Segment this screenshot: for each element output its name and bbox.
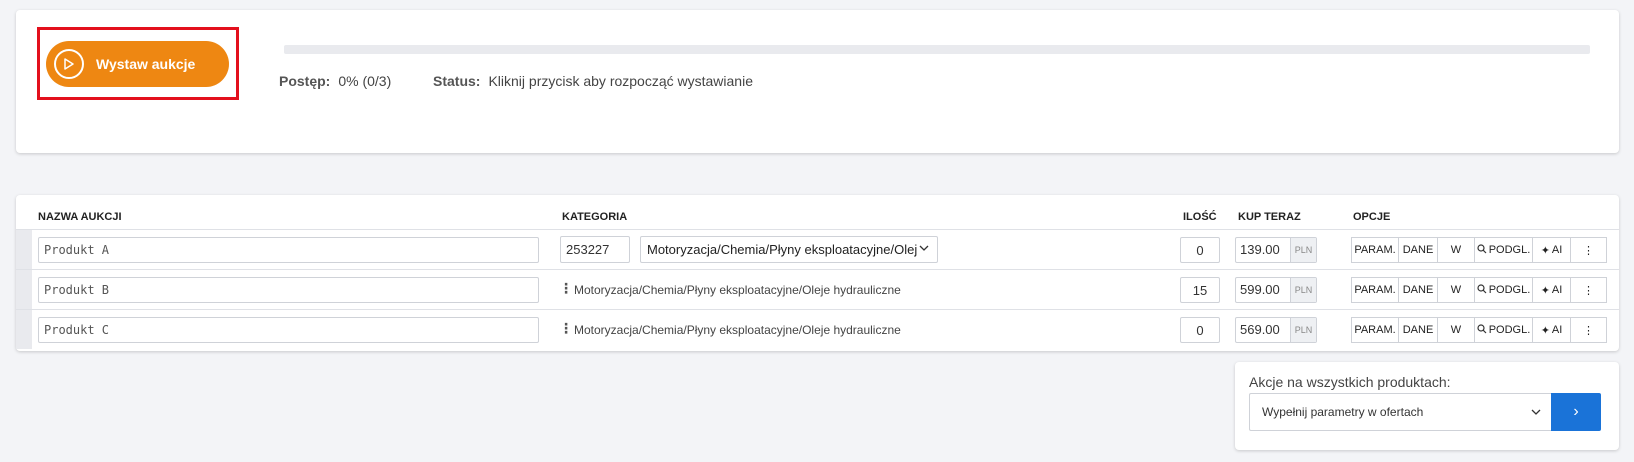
progress-value: 0% (0/3)	[338, 73, 392, 89]
header-name: NAZWA AUKCJI	[38, 211, 122, 223]
auction-name-input[interactable]	[38, 237, 539, 263]
params-button[interactable]: PARAM.	[1351, 237, 1399, 263]
start-button-label: Wystaw aukcje	[96, 56, 196, 72]
start-publishing-button[interactable]: Wystaw aukcje	[46, 41, 229, 87]
bulk-action-go-button[interactable]: ›	[1551, 393, 1601, 431]
header-buy-now: KUP TERAZ	[1238, 211, 1301, 223]
price-value: 569.00	[1240, 322, 1280, 337]
progress-info: Postęp: 0% (0/3)	[279, 73, 391, 89]
status-value: Kliknij przycisk aby rozpocząć wystawian…	[488, 73, 753, 89]
ai-button[interactable]: ✦ AI	[1532, 317, 1571, 343]
currency-label: PLN	[1290, 238, 1316, 262]
bulk-action-select[interactable]: Wypełnij parametry w ofertach	[1249, 393, 1551, 431]
chevron-down-icon	[1531, 394, 1541, 430]
table-row: Motoryzacja/Chemia/Płyny eksploatacyjne/…	[16, 229, 1619, 269]
preview-button[interactable]: PODGL.	[1474, 317, 1533, 343]
preview-button[interactable]: PODGL.	[1474, 277, 1533, 303]
category-menu-icon[interactable]: ⋮	[559, 280, 573, 297]
bulk-actions-label: Akcje na wszystkich produktach:	[1249, 374, 1451, 390]
row-options: PARAM. DANE W PODGL. ✦ AI ⋮	[1351, 277, 1607, 303]
price-field[interactable]: 139.00 PLN	[1235, 237, 1317, 263]
ai-label: AI	[1551, 284, 1563, 296]
progress-label: Postęp:	[279, 73, 331, 89]
ai-button[interactable]: ✦ AI	[1532, 277, 1571, 303]
more-options-button[interactable]: ⋮	[1570, 317, 1607, 343]
category-id-input[interactable]	[560, 236, 630, 263]
progress-bar	[284, 45, 1590, 54]
header-category: KATEGORIA	[562, 211, 628, 223]
currency-label: PLN	[1290, 318, 1316, 342]
data-button[interactable]: DANE	[1398, 317, 1438, 343]
auction-name-input[interactable]	[38, 277, 539, 303]
auctions-table: NAZWA AUKCJI KATEGORIA ILOŚĆ KUP TERAZ O…	[16, 195, 1619, 351]
preview-label: PODGL.	[1488, 244, 1531, 256]
category-path: Motoryzacja/Chemia/Płyny eksploatacyjne/…	[574, 283, 901, 297]
sparkle-icon: ✦	[1540, 284, 1550, 297]
chevron-down-icon	[919, 237, 929, 262]
search-icon	[1477, 283, 1487, 297]
category-menu-icon[interactable]: ⋮	[559, 320, 573, 337]
quantity-input[interactable]	[1180, 277, 1220, 303]
quantity-input[interactable]	[1180, 317, 1220, 343]
table-row: ⋮ Motoryzacja/Chemia/Płyny eksploatacyjn…	[16, 309, 1619, 349]
preview-label: PODGL.	[1488, 284, 1531, 296]
data-button[interactable]: DANE	[1398, 237, 1438, 263]
sparkle-icon: ✦	[1540, 324, 1550, 337]
preview-button[interactable]: PODGL.	[1474, 237, 1533, 263]
auction-name-input[interactable]	[38, 317, 539, 343]
params-button[interactable]: PARAM.	[1351, 277, 1399, 303]
more-options-button[interactable]: ⋮	[1570, 277, 1607, 303]
sparkle-icon: ✦	[1540, 244, 1550, 257]
status-info: Status: Kliknij przycisk aby rozpocząć wy…	[433, 73, 753, 89]
ai-label: AI	[1551, 244, 1563, 256]
search-icon	[1477, 243, 1487, 257]
price-value: 139.00	[1240, 242, 1280, 257]
search-icon	[1477, 323, 1487, 337]
row-options: PARAM. DANE W PODGL. ✦ AI ⋮	[1351, 317, 1607, 343]
more-options-button[interactable]: ⋮	[1570, 237, 1607, 263]
quantity-input[interactable]	[1180, 237, 1220, 263]
currency-label: PLN	[1290, 278, 1316, 302]
publish-panel: Wystaw aukcje Postęp: 0% (0/3) Status: Kli…	[16, 10, 1619, 153]
price-value: 599.00	[1240, 282, 1280, 297]
table-row: ⋮ Motoryzacja/Chemia/Płyny eksploatacyjn…	[16, 269, 1619, 309]
category-select[interactable]: Motoryzacja/Chemia/Płyny eksploatacyjne/…	[640, 236, 938, 263]
bulk-actions-panel: Akcje na wszystkich produktach: Wypełnij…	[1235, 362, 1619, 450]
w-button[interactable]: W	[1437, 237, 1475, 263]
row-stripe	[16, 270, 32, 309]
params-button[interactable]: PARAM.	[1351, 317, 1399, 343]
row-stripe	[16, 310, 32, 349]
data-button[interactable]: DANE	[1398, 277, 1438, 303]
header-options: OPCJE	[1353, 211, 1391, 223]
category-path: Motoryzacja/Chemia/Płyny eksploatacyjne/…	[574, 323, 901, 337]
ai-button[interactable]: ✦ AI	[1532, 237, 1571, 263]
status-label: Status:	[433, 73, 481, 89]
ai-label: AI	[1551, 324, 1563, 336]
row-options: PARAM. DANE W PODGL. ✦ AI ⋮	[1351, 237, 1607, 263]
bulk-action-selected: Wypełnij parametry w ofertach	[1262, 405, 1424, 419]
row-stripe	[16, 230, 32, 269]
price-field[interactable]: 599.00 PLN	[1235, 277, 1317, 303]
header-qty: ILOŚĆ	[1183, 211, 1217, 223]
category-select-value: Motoryzacja/Chemia/Płyny eksploatacyjne/…	[647, 242, 917, 257]
play-icon	[54, 49, 84, 79]
w-button[interactable]: W	[1437, 317, 1475, 343]
w-button[interactable]: W	[1437, 277, 1475, 303]
preview-label: PODGL.	[1488, 324, 1531, 336]
price-field[interactable]: 569.00 PLN	[1235, 317, 1317, 343]
